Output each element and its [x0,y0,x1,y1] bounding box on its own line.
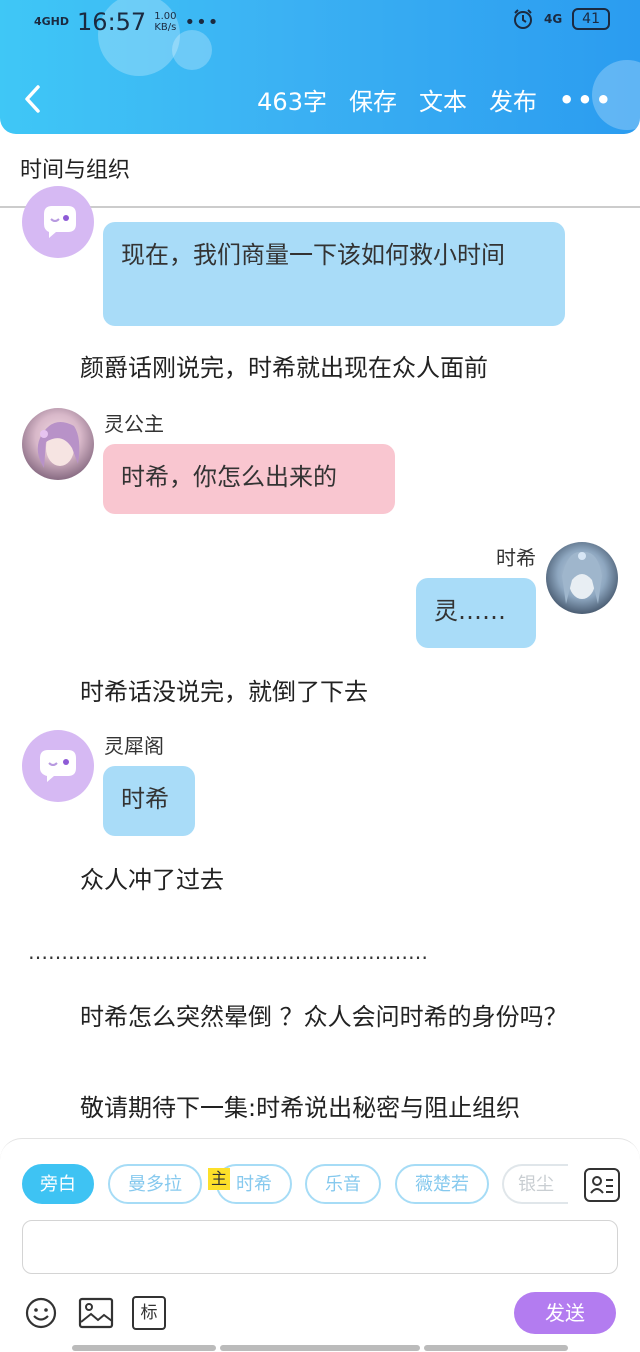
net-speed: 1.00 KB/s [154,11,177,33]
word-count: 463字 [257,88,327,116]
nav-bar-segment [220,1345,420,1351]
image-button[interactable] [78,1296,114,1330]
role-chip[interactable]: 旁白 [22,1164,94,1204]
text-button[interactable]: 文本 [419,82,467,117]
role-chip[interactable]: 曼多拉 [108,1164,202,1204]
network-indicator: 4GHD [34,15,70,28]
speaker-name: 时希 [496,546,536,570]
narration-text: 众人冲了过去 [80,866,224,894]
role-manage-icon[interactable] [584,1168,620,1202]
message-bubble[interactable]: 时希，你怎么出来的 [103,444,395,514]
more-options-icon[interactable]: ••• [559,86,614,114]
app-header: 4GHD 16:57 1.00 KB/s ••• 4G 41 463字 保存 文本… [0,0,640,134]
contact-card-icon [590,1176,613,1194]
message-bubble[interactable]: 时希 [103,766,195,836]
signal-indicator: 4G [543,12,563,26]
publish-button[interactable]: 发布 [489,82,537,117]
story-title[interactable]: 时间与组织 [20,152,130,184]
image-icon [78,1297,114,1329]
speaker-name: 灵公主 [104,412,164,436]
character-portrait-icon [37,422,80,468]
status-more: ••• [184,11,220,33]
narration-text: 时希话没说完，就倒了下去 [80,678,368,706]
save-button[interactable]: 保存 [349,82,397,117]
battery-indicator: 41 [572,8,610,30]
narration-text: 时希怎么突然晕倒 ？众人会问时希的身份吗？ [80,1003,568,1031]
nav-bar-segment [424,1345,568,1351]
avatar[interactable] [22,730,94,802]
clock: 16:57 [77,8,147,36]
avatar[interactable] [22,186,94,258]
protagonist-tag: 主 [208,1168,231,1190]
avatar[interactable] [546,542,618,614]
chat-bubble-icon [44,206,76,238]
nav-row: 463字 保存 文本 发布 ••• [0,82,640,122]
send-button[interactable]: 发送 [514,1292,616,1334]
role-chip[interactable]: 乐音 [305,1164,381,1204]
mark-button[interactable]: 标 [132,1296,166,1330]
message-bubble[interactable]: 现在，我们商量一下该如何救小时间 [103,222,565,326]
message-input[interactable] [22,1220,618,1274]
narration-text: 颜爵话刚说完，时希就出现在众人面前 [80,354,488,382]
status-bar: 4GHD 16:57 1.00 KB/s ••• 4G 41 [34,8,610,44]
emoji-button[interactable] [24,1296,58,1330]
narration-text: 敬请期待下一集:时希说出秘密与阻止组织 [80,1094,521,1122]
back-arrow-icon[interactable] [22,84,44,114]
title-divider [0,206,640,208]
role-chip[interactable]: 银尘 [502,1164,568,1204]
character-portrait-icon [562,551,602,604]
alarm-icon [513,9,532,29]
nav-bar-segment [72,1345,216,1351]
separator-line: …………………………………………………… [28,940,428,964]
chat-bubble-icon [40,750,76,782]
message-bubble[interactable]: 灵…… [416,578,536,648]
speaker-name: 灵犀阁 [104,734,164,758]
avatar[interactable] [22,408,94,480]
smile-icon [25,1297,57,1329]
role-chip[interactable]: 薇楚若 [395,1164,489,1204]
